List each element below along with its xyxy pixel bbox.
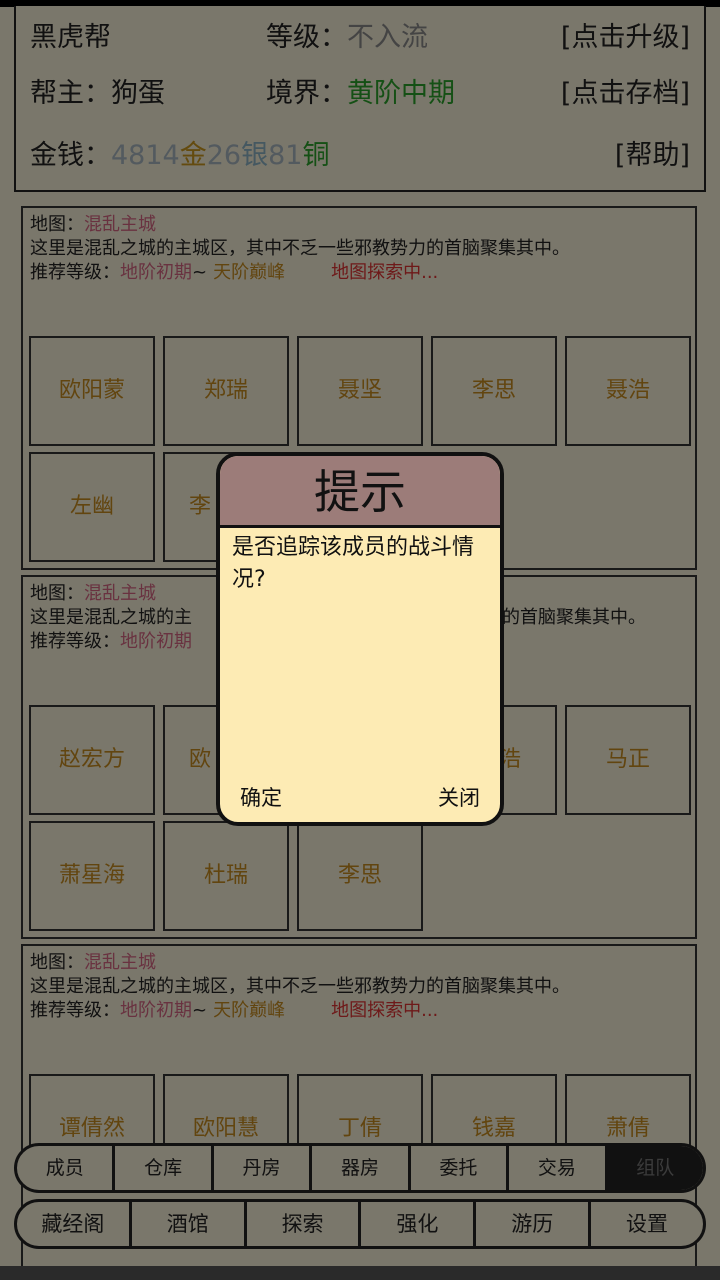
tip-dialog: 提示 是否追踪该成员的战斗情况? 确定 关闭: [216, 452, 504, 826]
dialog-title: 提示: [220, 456, 500, 528]
close-button[interactable]: 关闭: [438, 782, 480, 812]
confirm-button[interactable]: 确定: [240, 782, 282, 812]
dialog-message: 是否追踪该成员的战斗情况?: [232, 535, 475, 592]
